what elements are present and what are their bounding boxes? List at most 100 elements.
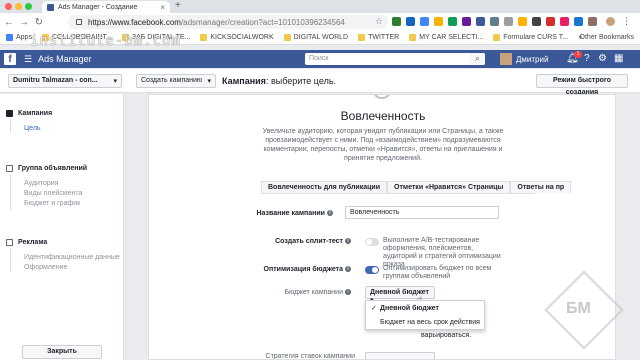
facebook-logo[interactable]: f [4,53,16,65]
account-name: Dumitru Talmazan - con... [13,77,98,84]
sidebar-item-objective[interactable]: Цель [24,125,41,132]
budget-optimization-label: Оптимизация бюджета i [241,266,351,273]
sidebar-section-campaign[interactable]: Кампания [6,110,52,117]
sidebar-item-placements[interactable]: Виды плейсмента [24,190,82,197]
quick-creation-button[interactable]: Режим быстрого создания [536,74,628,96]
extension-icon[interactable] [532,17,541,26]
engagement-tabs: Вовлеченность для публикации Отметки «Нр… [261,181,572,194]
extension-icon[interactable] [462,17,471,26]
create-campaign-label: Создать кампанию [141,77,203,84]
reload-icon[interactable]: ↻ [33,17,45,28]
extension-icon[interactable] [560,17,569,26]
menu-item-daily-budget[interactable]: ✓ Дневной бюджет [366,302,486,316]
checkbox-icon [6,239,13,246]
objective-title: Вовлеченность [340,109,426,123]
campaign-budget-label: Бюджет кампании i [241,289,351,296]
hamburger-menu-icon[interactable]: ☰ [24,54,32,65]
extension-icon[interactable] [434,17,443,26]
browser-menu-icon[interactable]: ⋮ [622,17,631,26]
back-icon[interactable]: ← [3,17,15,28]
creation-sidebar [0,94,124,360]
info-icon[interactable]: i [345,266,351,273]
check-icon: ✓ [371,305,377,312]
bookmark-apps[interactable]: Apps [6,34,32,41]
sidebar-item-audience[interactable]: Аудитория [24,180,58,187]
create-campaign-button[interactable]: Создать кампанию ▾ [136,74,216,88]
tab-post-engagement[interactable]: Вовлеченность для публикации [261,181,388,193]
sidebar-section-adset[interactable]: Группа объявлений [6,165,87,172]
campaign-name-field[interactable] [345,206,499,219]
bookmark-item[interactable]: DIGITAL WORLD [283,34,348,41]
close-window-icon[interactable] [5,3,12,10]
lock-icon [76,19,82,25]
close-button[interactable]: Закрыть [22,345,102,359]
extension-icon[interactable] [448,17,457,26]
search-input[interactable]: Поиск [305,53,485,65]
user-menu[interactable]: Дмитрий [500,53,548,65]
info-icon[interactable]: i [345,238,351,245]
omnibox[interactable]: https://www.facebook.com/adsmanager/crea… [68,15,388,29]
sidebar-item-budget[interactable]: Бюджет и график [24,200,80,207]
sidebar-divider [10,174,11,210]
extension-icon[interactable] [392,17,401,26]
url-text[interactable]: https://www.facebook.com/adsmanager/crea… [88,18,345,27]
extension-icon[interactable] [588,17,597,26]
menu-item-lifetime-budget[interactable]: Бюджет на весь срок действия [366,316,486,330]
ads-toolbar: Dumitru Talmazan - con... ▾ Создать камп… [0,69,640,96]
sidebar-divider [10,119,11,133]
gear-icon[interactable]: ⚙ [598,53,607,64]
maximize-window-icon[interactable] [25,3,32,10]
info-icon[interactable]: i [345,289,351,296]
chevron-down-icon: ▾ [207,78,211,85]
extension-icon[interactable] [476,17,485,26]
info-icon[interactable]: i [327,210,333,217]
app-name[interactable]: Ads Manager [38,54,92,64]
forward-icon[interactable]: → [18,17,30,28]
bookmark-item[interactable]: KICKSOCIALWORK [200,34,274,41]
extension-icon[interactable] [518,17,527,26]
sidebar-item-identity[interactable]: Идентификационные данные [24,254,120,261]
close-tab-icon[interactable]: × [160,3,165,12]
notification-badge: 1 [574,51,582,58]
avatar [500,53,512,65]
extension-icon[interactable] [504,17,513,26]
tab-event-responses[interactable]: Ответы на пр [510,181,572,193]
bookmark-item[interactable]: Formulare CURS T... [493,34,568,41]
budget-type-menu: ✓ Дневной бюджет Бюджет на весь срок дейс… [365,300,485,330]
grid-icon[interactable]: ▦ [614,53,623,64]
bookmark-item[interactable]: MY CAR SELECTI... [409,34,483,41]
split-test-toggle[interactable] [365,238,379,246]
extension-icon[interactable] [490,17,499,26]
extension-icon[interactable] [406,17,415,26]
bookmark-star-icon[interactable]: ☆ [375,16,383,27]
facebook-top-bar: f ☰ Ads Manager Поиск ⌕ Дмитрий 🔔︎ 1 ? ⚙… [0,50,640,68]
bid-strategy-dropdown[interactable] [365,352,435,359]
help-icon[interactable]: ? [584,53,590,64]
sidebar-item-format[interactable]: Оформление [24,264,67,271]
profile-avatar-icon[interactable] [606,17,615,26]
budget-optimization-toggle[interactable] [365,266,379,274]
browser-tab[interactable]: Ads Manager - Создание × [42,1,170,13]
facebook-favicon-icon [47,3,54,11]
account-selector[interactable]: Dumitru Talmazan - con... ▾ [8,74,122,88]
extension-icon[interactable] [546,17,555,26]
minimize-window-icon[interactable] [15,3,22,10]
budget-optimization-description: Оптимизировать бюджет по всем группам об… [383,265,492,280]
other-bookmarks[interactable]: Other Bookmarks [580,34,634,41]
objective-panel: Вовлеченность Увеличьте аудиторию, котор… [148,94,616,360]
site-watermark: institute-bm.com [30,33,181,49]
sidebar-section-ad[interactable]: Реклама [6,239,47,246]
bookmark-item[interactable]: TWITTER [358,34,399,41]
extension-icon[interactable] [420,17,429,26]
tab-page-likes[interactable]: Отметки «Нравится» Страницы [387,181,511,193]
split-test-label: Создать сплит-тест i [241,238,351,245]
sidebar-divider [10,248,11,272]
browser-tab-strip: Ads Manager - Создание × + [0,0,640,13]
budget-type-dropdown[interactable]: Дневной бюджет ▾ [365,286,435,304]
tab-title: Ads Manager - Создание [58,3,138,11]
chevron-down-icon: ▾ [113,78,117,85]
user-name: Дмитрий [516,54,549,64]
new-tab-icon[interactable]: + [175,0,181,11]
extension-icon[interactable] [574,17,583,26]
search-icon[interactable]: ⌕ [470,53,485,65]
